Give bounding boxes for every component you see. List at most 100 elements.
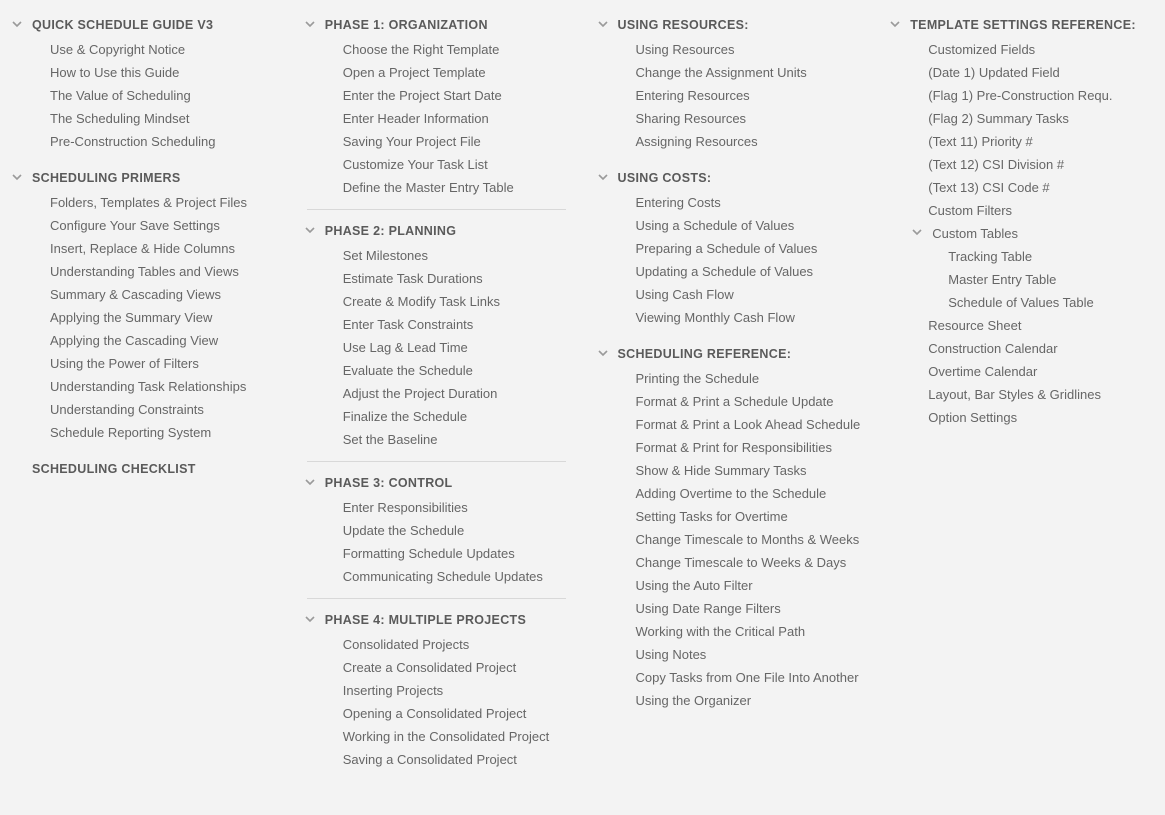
list-item[interactable]: Assigning Resources [592, 130, 867, 153]
list-item[interactable]: Choose the Right Template [299, 38, 574, 61]
section-header[interactable]: TEMPLATE SETTINGS REFERENCE: [884, 12, 1159, 38]
list-item[interactable]: Printing the Schedule [592, 367, 867, 390]
list-item[interactable]: Change Timescale to Months & Weeks [592, 528, 867, 551]
list-subitem[interactable]: Tracking Table [884, 245, 1159, 268]
list-item[interactable]: Using Notes [592, 643, 867, 666]
list-subitem[interactable]: Schedule of Values Table [884, 291, 1159, 314]
list-item[interactable]: Updating a Schedule of Values [592, 260, 867, 283]
list-item[interactable]: Understanding Tables and Views [6, 260, 281, 283]
list-item[interactable]: Create a Consolidated Project [299, 656, 574, 679]
section-header[interactable]: USING RESOURCES: [592, 12, 867, 38]
list-item[interactable]: Define the Master Entry Table [299, 176, 574, 199]
section-header[interactable]: SCHEDULING PRIMERS [6, 165, 281, 191]
list-item[interactable]: Sharing Resources [592, 107, 867, 130]
list-item[interactable]: Copy Tasks from One File Into Another [592, 666, 867, 689]
list-item[interactable]: Resource Sheet [884, 314, 1159, 337]
list-item[interactable]: Using the Auto Filter [592, 574, 867, 597]
list-item[interactable]: Applying the Summary View [6, 306, 281, 329]
list-item[interactable]: Overtime Calendar [884, 360, 1159, 383]
section-header[interactable]: PHASE 2: PLANNING [299, 218, 574, 244]
list-item-label: Viewing Monthly Cash Flow [636, 310, 795, 325]
list-item[interactable]: Set the Baseline [299, 428, 574, 451]
section-header[interactable]: USING COSTS: [592, 165, 867, 191]
list-item[interactable]: Using Cash Flow [592, 283, 867, 306]
list-item[interactable]: Consolidated Projects [299, 633, 574, 656]
list-item[interactable]: Working in the Consolidated Project [299, 725, 574, 748]
list-item[interactable]: Using the Organizer [592, 689, 867, 712]
list-item[interactable]: Formatting Schedule Updates [299, 542, 574, 565]
section-title: TEMPLATE SETTINGS REFERENCE: [910, 18, 1136, 32]
section-header[interactable]: SCHEDULING CHECKLIST [6, 456, 281, 482]
list-item[interactable]: Customize Your Task List [299, 153, 574, 176]
list-item[interactable]: Adding Overtime to the Schedule [592, 482, 867, 505]
list-item[interactable]: Enter Task Constraints [299, 313, 574, 336]
list-item[interactable]: The Scheduling Mindset [6, 107, 281, 130]
list-item[interactable]: Estimate Task Durations [299, 267, 574, 290]
list-item[interactable]: Working with the Critical Path [592, 620, 867, 643]
list-item[interactable]: Layout, Bar Styles & Gridlines [884, 383, 1159, 406]
list-item[interactable]: Schedule Reporting System [6, 421, 281, 444]
list-item[interactable]: Change Timescale to Weeks & Days [592, 551, 867, 574]
list-item[interactable]: Understanding Task Relationships [6, 375, 281, 398]
list-item[interactable]: Folders, Templates & Project Files [6, 191, 281, 214]
list-item[interactable]: Set Milestones [299, 244, 574, 267]
list-item[interactable]: Inserting Projects [299, 679, 574, 702]
list-item[interactable]: Entering Costs [592, 191, 867, 214]
list-item[interactable]: Applying the Cascading View [6, 329, 281, 352]
section-header[interactable]: PHASE 1: ORGANIZATION [299, 12, 574, 38]
section-header[interactable]: PHASE 3: CONTROL [299, 470, 574, 496]
list-item[interactable]: (Text 12) CSI Division # [884, 153, 1159, 176]
list-item[interactable]: Update the Schedule [299, 519, 574, 542]
list-item[interactable]: Use Lag & Lead Time [299, 336, 574, 359]
list-item[interactable]: Preparing a Schedule of Values [592, 237, 867, 260]
list-item[interactable]: Format & Print a Look Ahead Schedule [592, 413, 867, 436]
list-item[interactable]: Using Resources [592, 38, 867, 61]
list-item[interactable]: Custom Filters [884, 199, 1159, 222]
list-item[interactable]: Create & Modify Task Links [299, 290, 574, 313]
list-item[interactable]: Saving a Consolidated Project [299, 748, 574, 771]
list-item[interactable]: (Flag 2) Summary Tasks [884, 107, 1159, 130]
list-item[interactable]: Entering Resources [592, 84, 867, 107]
list-item-label: (Text 12) CSI Division # [928, 157, 1064, 172]
list-item[interactable]: Insert, Replace & Hide Columns [6, 237, 281, 260]
list-item[interactable]: Using a Schedule of Values [592, 214, 867, 237]
list-item[interactable]: Customized Fields [884, 38, 1159, 61]
list-item[interactable]: Option Settings [884, 406, 1159, 429]
list-item[interactable]: (Text 11) Priority # [884, 130, 1159, 153]
list-item[interactable]: Change the Assignment Units [592, 61, 867, 84]
list-item[interactable]: Enter Header Information [299, 107, 574, 130]
list-item[interactable]: Communicating Schedule Updates [299, 565, 574, 588]
list-item[interactable]: Enter Responsibilities [299, 496, 574, 519]
list-item[interactable]: Custom Tables [884, 222, 1159, 245]
list-item[interactable]: Setting Tasks for Overtime [592, 505, 867, 528]
list-item[interactable]: Construction Calendar [884, 337, 1159, 360]
list-item[interactable]: Viewing Monthly Cash Flow [592, 306, 867, 329]
list-item[interactable]: Adjust the Project Duration [299, 382, 574, 405]
list-item[interactable]: (Text 13) CSI Code # [884, 176, 1159, 199]
list-item[interactable]: (Flag 1) Pre-Construction Requ. [884, 84, 1159, 107]
list-item[interactable]: Saving Your Project File [299, 130, 574, 153]
list-item[interactable]: Configure Your Save Settings [6, 214, 281, 237]
list-item[interactable]: The Value of Scheduling [6, 84, 281, 107]
list-item[interactable]: Format & Print for Responsibilities [592, 436, 867, 459]
list-item[interactable]: Using the Power of Filters [6, 352, 281, 375]
list-item[interactable]: Pre-Construction Scheduling [6, 130, 281, 153]
list-item[interactable]: Understanding Constraints [6, 398, 281, 421]
list-item[interactable]: Show & Hide Summary Tasks [592, 459, 867, 482]
list-item[interactable]: Enter the Project Start Date [299, 84, 574, 107]
section-header[interactable]: PHASE 4: MULTIPLE PROJECTS [299, 607, 574, 633]
list-item[interactable]: Use & Copyright Notice [6, 38, 281, 61]
section-header[interactable]: QUICK SCHEDULE GUIDE V3 [6, 12, 281, 38]
list-item[interactable]: Summary & Cascading Views [6, 283, 281, 306]
list-item[interactable]: Finalize the Schedule [299, 405, 574, 428]
list-item[interactable]: Opening a Consolidated Project [299, 702, 574, 725]
list-item[interactable]: (Date 1) Updated Field [884, 61, 1159, 84]
list-item[interactable]: Open a Project Template [299, 61, 574, 84]
list-item-label: Layout, Bar Styles & Gridlines [928, 387, 1101, 402]
section-header[interactable]: SCHEDULING REFERENCE: [592, 341, 867, 367]
list-item[interactable]: Format & Print a Schedule Update [592, 390, 867, 413]
list-item[interactable]: Using Date Range Filters [592, 597, 867, 620]
list-item[interactable]: How to Use this Guide [6, 61, 281, 84]
list-subitem[interactable]: Master Entry Table [884, 268, 1159, 291]
list-item[interactable]: Evaluate the Schedule [299, 359, 574, 382]
